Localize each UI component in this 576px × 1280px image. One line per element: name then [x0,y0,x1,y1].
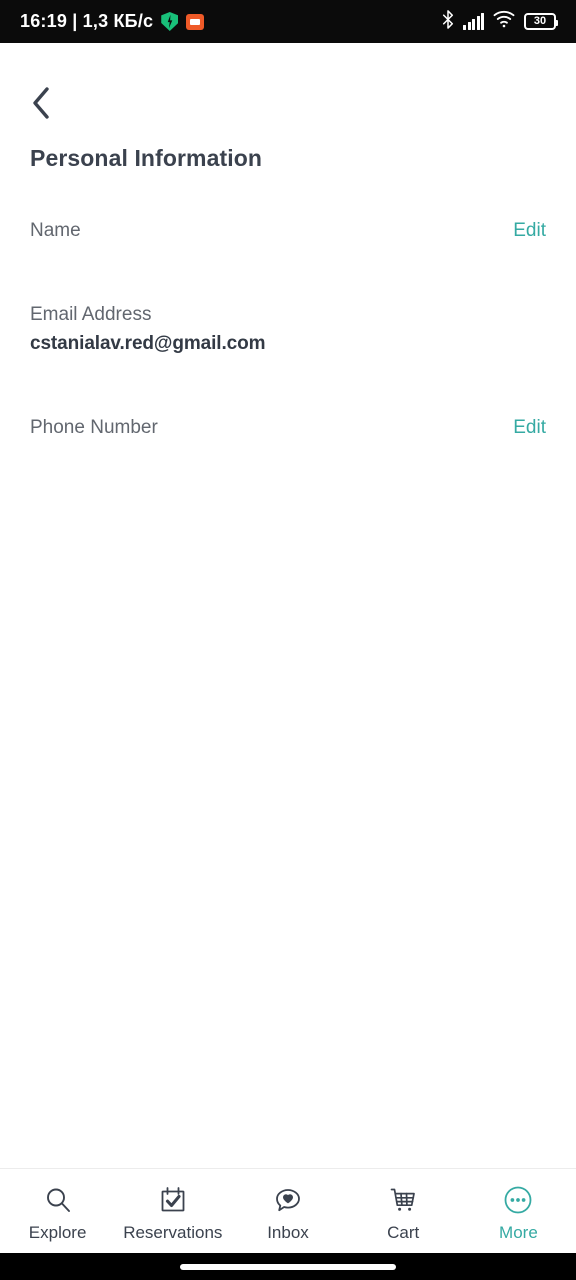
battery-level: 30 [533,15,547,27]
signal-icon [463,13,484,30]
field-label-phone: Phone Number [30,417,158,439]
nav-item-cart[interactable]: Cart [346,1169,461,1253]
nav-label-more: More [499,1223,538,1242]
search-icon [44,1185,72,1215]
shield-icon [161,12,179,31]
nav-item-inbox[interactable]: Inbox [230,1169,345,1253]
field-name-group: Name [30,219,81,243]
field-value-email: cstanialav.red@gmail.com [30,332,266,354]
field-label-email: Email Address [30,303,152,325]
status-clock: 16:19 | 1,3 КБ/с [20,11,154,31]
status-bar-right: 30 [442,9,558,34]
more-circle-icon [503,1185,533,1215]
gesture-pill[interactable] [180,1263,396,1270]
nav-label-explore: Explore [28,1223,87,1242]
battery-icon: 30 [524,13,558,30]
wifi-icon [493,10,515,33]
status-bar-left: 16:19 | 1,3 КБ/с [20,11,205,32]
page-title: Personal Information [30,145,263,171]
nav-label-reservations: Reservations [123,1223,223,1242]
main-content: Personal Information Name Edit Email Add… [0,43,576,1168]
nav-label-cart: Cart [387,1223,420,1242]
shopping-cart-icon [389,1185,417,1215]
nav-label-inbox: Inbox [267,1223,309,1242]
nav-item-more[interactable]: More [461,1169,576,1253]
field-row-phone: Phone Number Edit [30,416,546,440]
field-row-name: Name Edit [30,219,546,243]
chevron-left-icon [30,86,52,125]
phone-screen: 16:19 | 1,3 КБ/с 30 Personal Information… [0,0,576,1280]
gesture-bar [0,1253,576,1280]
field-row-email: Email Address cstanialav.red@gmail.com [30,303,546,356]
chat-heart-icon [274,1185,302,1215]
field-label-name: Name [30,220,81,241]
edit-name-button[interactable]: Edit [513,219,546,243]
calendar-check-icon [159,1185,187,1215]
field-email-group: Email Address cstanialav.red@gmail.com [30,303,266,356]
back-button[interactable] [30,85,70,125]
status-bar: 16:19 | 1,3 КБ/с 30 [0,0,576,43]
nav-item-reservations[interactable]: Reservations [115,1169,230,1253]
edit-phone-button[interactable]: Edit [513,416,546,440]
orange-app-icon [186,13,205,30]
bluetooth-icon [442,9,454,34]
nav-item-explore[interactable]: Explore [0,1169,115,1253]
field-phone-group: Phone Number [30,416,158,440]
bottom-navigation: Explore Reservations Inbox Cart More [0,1168,576,1253]
